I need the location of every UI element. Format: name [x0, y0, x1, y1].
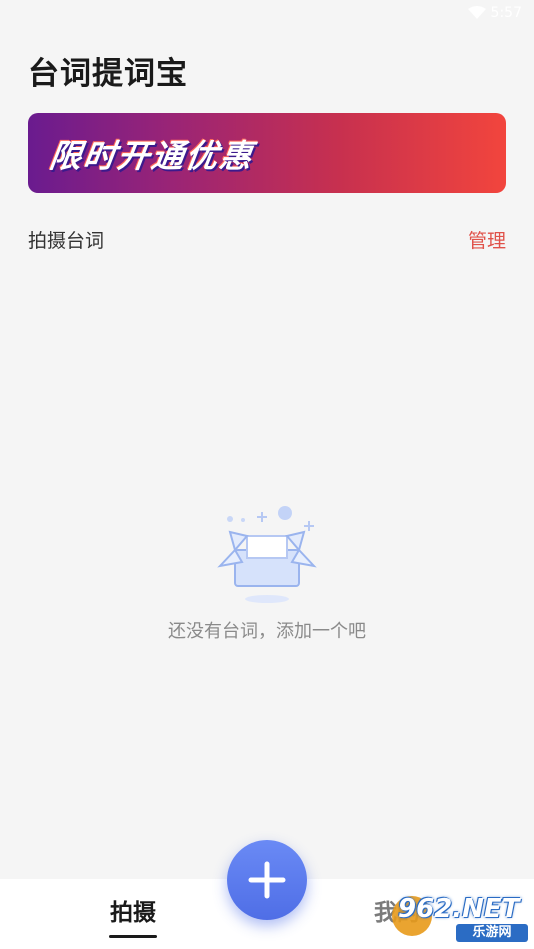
status-time: 5:57 — [490, 5, 522, 21]
status-bar: 5:57 — [0, 0, 534, 28]
nav-item-shoot[interactable]: 拍摄 — [96, 893, 170, 927]
empty-state-message: 还没有台词，添加一个吧 — [168, 621, 366, 642]
wifi-icon — [468, 6, 486, 24]
promo-text: 限时开通优惠 — [47, 137, 257, 175]
open-box-icon — [212, 500, 324, 610]
section-title: 拍摄台词 — [28, 230, 105, 252]
page-title: 台词提词宝 — [28, 56, 188, 92]
promo-banner[interactable]: 限时开通优惠 — [28, 113, 506, 193]
watermark-sub: 乐游网 — [456, 924, 528, 942]
active-tab-indicator — [109, 935, 157, 938]
manage-button[interactable]: 管理 — [468, 226, 506, 253]
add-button[interactable] — [227, 840, 307, 920]
watermark-logo: 962.NET 乐游网 — [392, 892, 532, 944]
watermark-main: 962.NET — [398, 894, 520, 924]
plus-icon — [248, 861, 286, 899]
